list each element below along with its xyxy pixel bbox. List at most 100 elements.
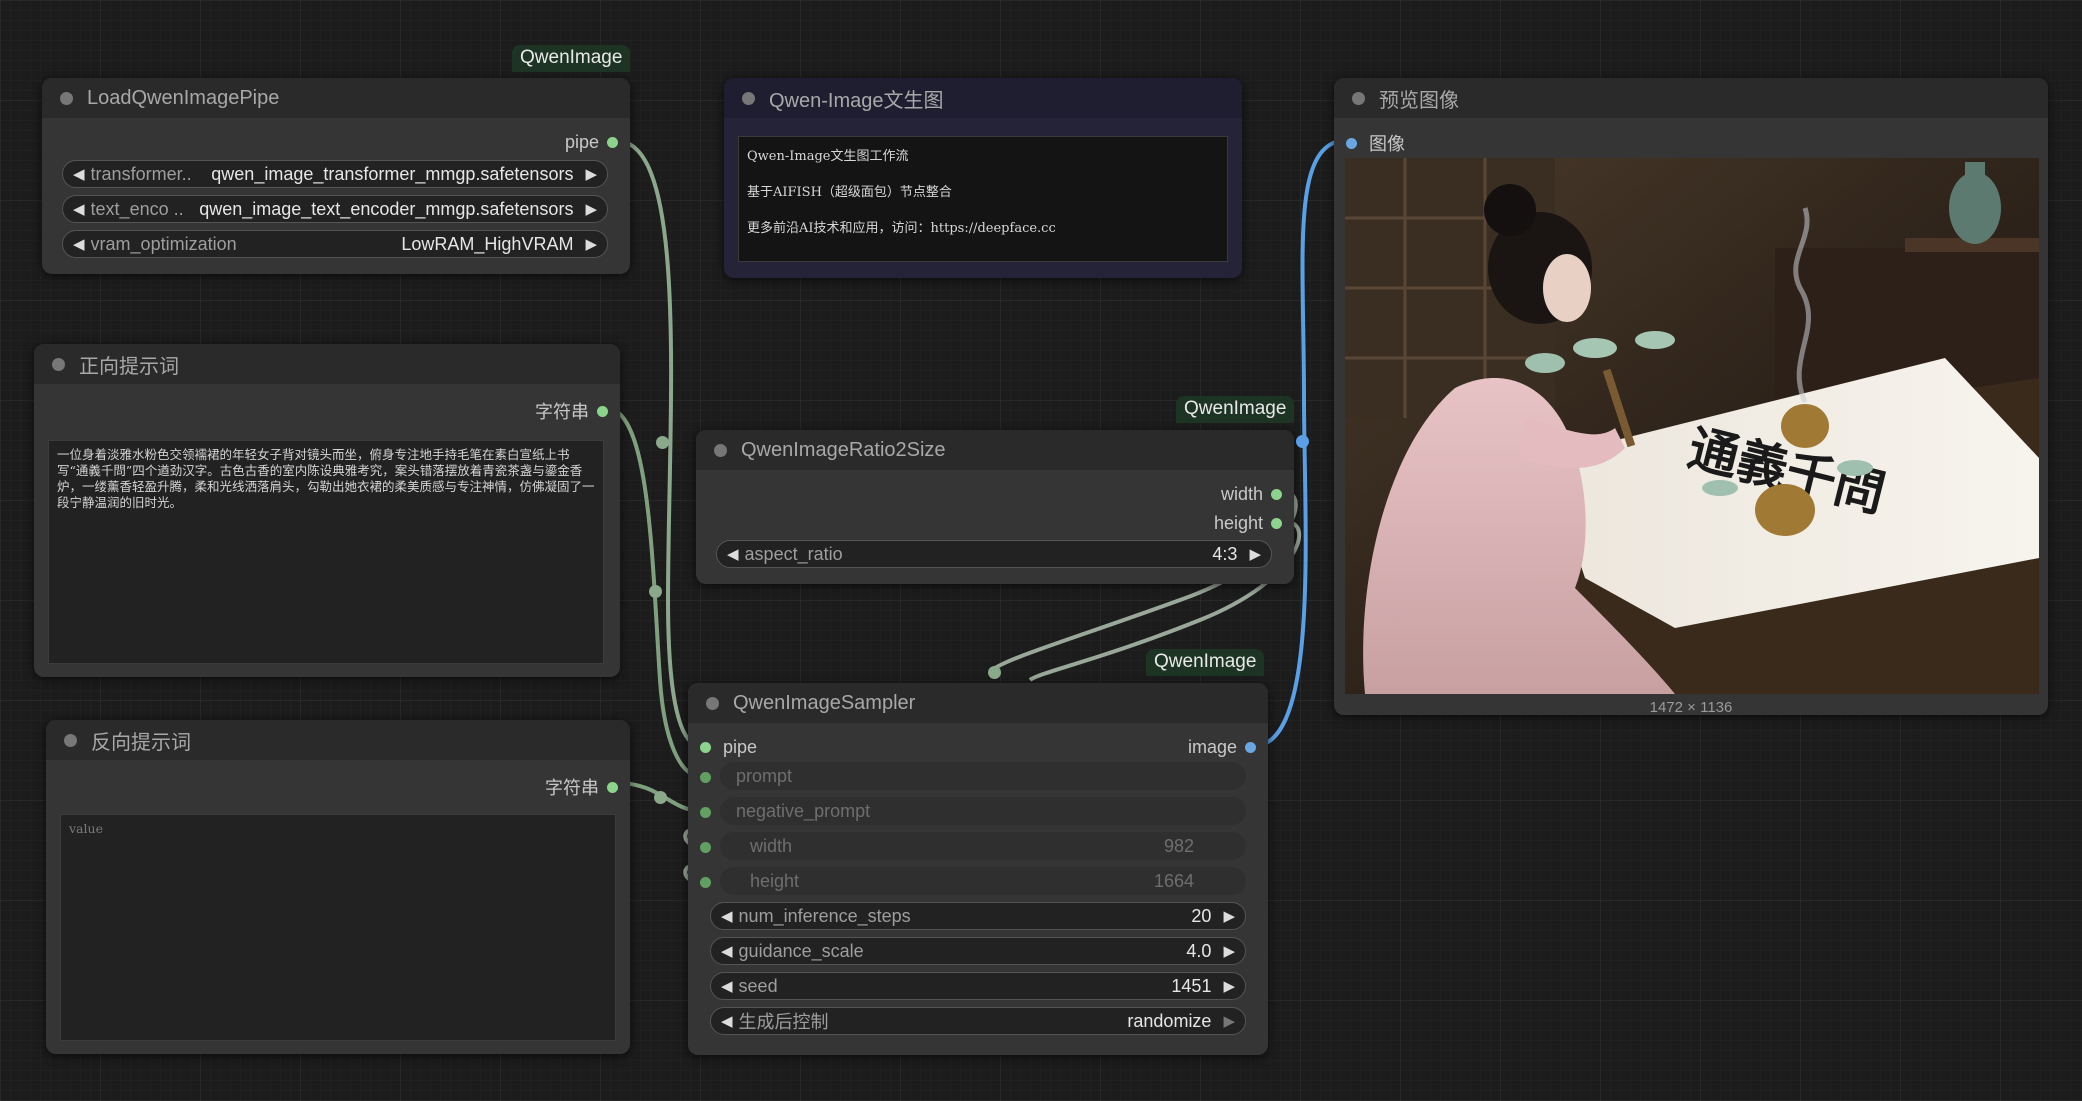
node-positive-prompt[interactable]: 正向提示词 字符串 一位身着淡雅水粉色交领襦裙的年轻女子背对镜头而坐，俯身专注地… <box>34 344 620 677</box>
widget-transformer[interactable]: ◀ transformer... qwen_image_transformer_… <box>62 160 608 188</box>
decrement-arrow-icon[interactable]: ◀ <box>73 200 85 218</box>
input-prompt[interactable]: prompt <box>720 762 1246 790</box>
decrement-arrow-icon[interactable]: ◀ <box>721 977 733 995</box>
decrement-arrow-icon[interactable]: ◀ <box>727 545 739 563</box>
node-title-bar[interactable]: 反向提示词 <box>46 720 630 760</box>
node-title-bar[interactable]: 正向提示词 <box>34 344 620 384</box>
increment-arrow-icon[interactable]: ▶ <box>1223 942 1235 960</box>
output-pipe[interactable]: pipe <box>565 132 618 153</box>
output-label: pipe <box>564 132 599 152</box>
decrement-arrow-icon[interactable]: ◀ <box>73 165 85 183</box>
positive-prompt-textarea[interactable]: 一位身着淡雅水粉色交领襦裙的年轻女子背对镜头而坐，俯身专注地手持毛笔在素白宣纸上… <box>48 440 604 664</box>
widget-label: seed <box>738 975 778 996</box>
increment-arrow-icon[interactable]: ▶ <box>1223 977 1235 995</box>
node-title-bar[interactable]: LoadQwenImagePipe <box>42 78 630 118</box>
decrement-arrow-icon[interactable]: ◀ <box>721 1012 733 1030</box>
widget-label: text_enco ... <box>90 198 185 219</box>
output-socket-icon[interactable] <box>597 405 608 417</box>
output-height[interactable]: height <box>1214 513 1282 534</box>
decrement-arrow-icon[interactable]: ◀ <box>721 907 733 925</box>
output-label: 字符串 <box>535 402 589 422</box>
node-qwen-image-ratio2size[interactable]: QwenImageRatio2Size width height ◀ aspec… <box>696 430 1294 584</box>
decrement-arrow-icon[interactable]: ◀ <box>73 235 85 253</box>
output-socket-icon[interactable] <box>607 781 618 793</box>
woman-face <box>1543 254 1591 322</box>
reroute-negative[interactable] <box>654 791 667 804</box>
input-socket-icon[interactable] <box>1346 137 1357 149</box>
increment-arrow-icon[interactable]: ▶ <box>585 235 597 253</box>
output-socket-icon[interactable] <box>1271 489 1282 500</box>
widget-value: qwen_image_text_encoder_mmgp.safetensors <box>199 198 574 219</box>
reroute-prompt[interactable] <box>649 585 662 598</box>
widget-label: transformer... <box>90 163 193 184</box>
node-badge: QwenImage <box>1176 396 1295 423</box>
input-socket-icon[interactable] <box>700 772 711 783</box>
reroute-image[interactable] <box>1296 435 1309 448</box>
output-socket-icon[interactable] <box>1271 518 1282 529</box>
widget-value: randomize <box>1127 1010 1212 1031</box>
widget-aspect-ratio[interactable]: ◀ aspect_ratio 4:3 ▶ <box>716 540 1272 568</box>
widget-num-inference-steps[interactable]: ◀ num_inference_steps 20 ▶ <box>710 902 1246 930</box>
woman-hair-bun <box>1484 184 1536 236</box>
input-image[interactable]: 图像 <box>1346 130 1405 156</box>
node-title-bar[interactable]: QwenImageRatio2Size <box>696 430 1294 470</box>
output-socket-icon[interactable] <box>607 137 618 148</box>
incense-burner <box>1755 484 1815 536</box>
input-negative-prompt[interactable]: negative_prompt <box>720 797 1246 825</box>
node-title-bar[interactable]: 预览图像 <box>1334 78 2048 118</box>
increment-arrow-icon[interactable]: ▶ <box>1249 545 1261 563</box>
widget-control-after-generate[interactable]: ◀ 生成后控制 randomize ▶ <box>710 1007 1246 1035</box>
output-label: image <box>1187 737 1237 757</box>
vase-neck <box>1965 162 1985 182</box>
increment-arrow-icon[interactable]: ▶ <box>1223 907 1235 925</box>
node-negative-prompt[interactable]: 反向提示词 字符串 value <box>46 720 630 1054</box>
widget-vram-optimization[interactable]: ◀ vram_optimization LowRAM_HighVRAM ▶ <box>62 230 608 258</box>
node-preview-image[interactable]: 预览图像 图像 通義千問 1472 × 1136 <box>1334 78 2048 716</box>
input-socket-icon[interactable] <box>700 877 711 888</box>
collapse-dot-icon[interactable] <box>64 733 77 747</box>
teacup <box>1525 353 1565 373</box>
note-textarea[interactable]: Qwen-Image文生图工作流 基于AIFISH（超级面包）节点整合 更多前沿… <box>738 136 1228 262</box>
collapse-dot-icon[interactable] <box>714 443 727 457</box>
output-width[interactable]: width <box>1221 484 1282 505</box>
input-socket-icon[interactable] <box>700 842 711 853</box>
widget-text-encoder[interactable]: ◀ text_enco ... qwen_image_text_encoder_… <box>62 195 608 223</box>
input-label: prompt <box>736 765 793 786</box>
node-load-qwen-image-pipe[interactable]: LoadQwenImagePipe pipe ◀ transformer... … <box>42 78 630 274</box>
input-socket-icon[interactable] <box>700 807 711 818</box>
increment-arrow-icon[interactable]: ▶ <box>1223 1012 1235 1030</box>
note-line: Qwen-Image文生图工作流 <box>747 149 909 164</box>
output-socket-icon[interactable] <box>1245 742 1256 753</box>
collapse-dot-icon[interactable] <box>60 91 73 105</box>
output-image[interactable]: image <box>1188 737 1256 758</box>
reroute-pipe[interactable] <box>656 436 669 449</box>
input-width[interactable]: width 982 <box>720 832 1246 860</box>
node-title: LoadQwenImagePipe <box>87 86 280 109</box>
increment-arrow-icon[interactable]: ▶ <box>585 165 597 183</box>
negative-prompt-textarea[interactable]: value <box>60 814 616 1041</box>
reroute-width[interactable] <box>988 666 1001 679</box>
widget-seed[interactable]: ◀ seed 1451 ▶ <box>710 972 1246 1000</box>
node-title-bar[interactable]: QwenImageSampler <box>688 683 1268 723</box>
input-height[interactable]: height 1664 <box>720 867 1246 895</box>
node-badge: QwenImage <box>1146 649 1265 676</box>
collapse-dot-icon[interactable] <box>1352 91 1365 105</box>
node-title-bar[interactable]: Qwen-Image文生图 <box>724 78 1242 118</box>
node-qwen-image-sampler[interactable]: QwenImageSampler pipe image prompt negat… <box>688 683 1268 1055</box>
teacup <box>1837 460 1873 476</box>
widget-value: LowRAM_HighVRAM <box>401 233 574 254</box>
collapse-dot-icon[interactable] <box>52 357 65 371</box>
node-note[interactable]: Qwen-Image文生图 Qwen-Image文生图工作流 基于AIFISH（… <box>724 78 1242 278</box>
input-socket-icon[interactable] <box>700 742 711 753</box>
output-string[interactable]: 字符串 <box>545 774 618 800</box>
teacup <box>1635 331 1675 349</box>
decrement-arrow-icon[interactable]: ◀ <box>721 942 733 960</box>
widget-guidance-scale[interactable]: ◀ guidance_scale 4.0 ▶ <box>710 937 1246 965</box>
collapse-dot-icon[interactable] <box>742 91 755 105</box>
collapse-dot-icon[interactable] <box>706 696 719 710</box>
input-label: negative_prompt <box>736 800 871 821</box>
textarea-placeholder: value <box>69 821 103 836</box>
output-string[interactable]: 字符串 <box>535 398 608 424</box>
input-pipe[interactable]: pipe <box>700 737 757 758</box>
increment-arrow-icon[interactable]: ▶ <box>585 200 597 218</box>
